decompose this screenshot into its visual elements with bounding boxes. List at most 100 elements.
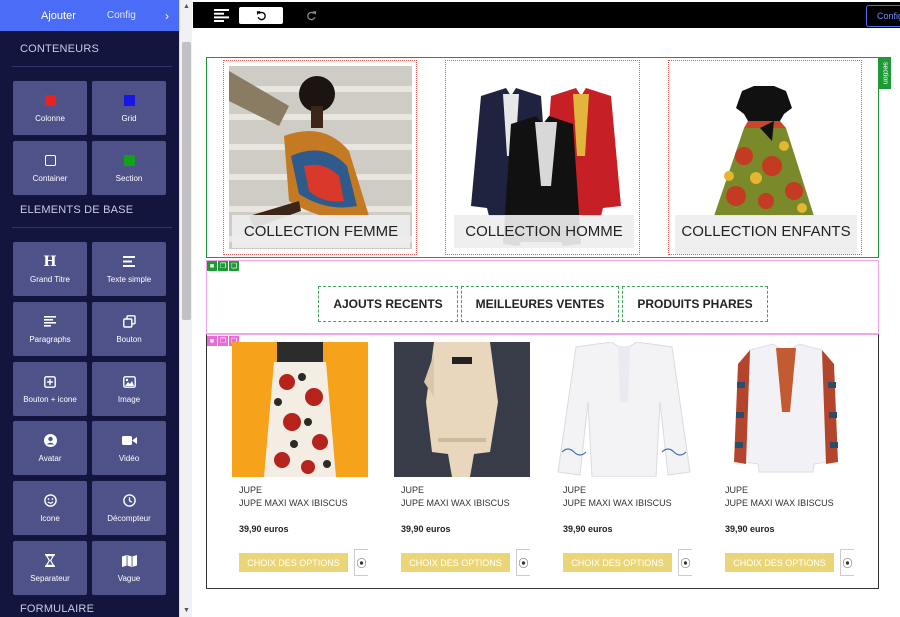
duplicate-icon[interactable]: ❐: [218, 336, 228, 346]
product-image[interactable]: [394, 342, 530, 477]
tile-avatar[interactable]: Avatar: [13, 421, 87, 475]
product-image[interactable]: [232, 342, 368, 477]
tile-label: Icone: [40, 513, 60, 523]
tile-label: Bouton: [116, 334, 142, 344]
product-price: 39,90 euros: [725, 524, 775, 534]
tile-label: Colonne: [35, 113, 65, 123]
product-category: JUPE: [725, 485, 749, 495]
tile-icone[interactable]: Icone: [13, 481, 87, 535]
user-circle-icon: [43, 434, 57, 447]
collection-title: COLLECTION ENFANTS: [675, 215, 857, 254]
product-name[interactable]: JUPE MAXI WAX IBISCUS: [239, 498, 348, 508]
product-price: 39,90 euros: [563, 524, 613, 534]
tile-vague[interactable]: Vague: [92, 541, 166, 595]
sidebar: Ajouter Config › CONTENEURS Colonne Grid…: [0, 0, 179, 617]
paragraph-icon: [44, 316, 56, 327]
divider: [12, 227, 172, 228]
tab-produits-phares[interactable]: PRODUITS PHARES: [622, 286, 768, 322]
tile-image[interactable]: Image: [92, 362, 166, 416]
text-lines-icon: [123, 256, 135, 267]
tile-label: Vidéo: [118, 453, 140, 463]
smiley-icon: [43, 494, 57, 507]
choose-options-button[interactable]: CHOIX DES OPTIONS: [725, 553, 834, 572]
product-name[interactable]: JUPE MAXI WAX IBISCUS: [401, 498, 510, 508]
choose-options-button[interactable]: CHOIX DES OPTIONS: [563, 553, 672, 572]
collection-card-enfants[interactable]: COLLECTION ENFANTS: [668, 60, 862, 255]
tile-label: Separateur: [30, 573, 70, 583]
redo-button[interactable]: [304, 8, 318, 22]
cart-icon[interactable]: ⦿: [840, 549, 854, 576]
product-price: 39,90 euros: [401, 524, 451, 534]
redo-icon: [306, 10, 316, 20]
copy-icon: [122, 315, 136, 328]
collection-card-femme[interactable]: COLLECTION FEMME: [223, 60, 417, 255]
clock-icon: [122, 494, 136, 507]
sidebar-scrollbar[interactable]: ▲ ▼: [179, 0, 192, 617]
config-button[interactable]: Config: [866, 5, 900, 27]
cart-icon[interactable]: ⦿: [354, 549, 368, 576]
editor-toolbar: Config: [193, 2, 900, 28]
chevron-right-icon[interactable]: ›: [165, 9, 169, 23]
tile-label: Avatar: [38, 453, 62, 463]
tile-label: Image: [117, 394, 141, 404]
scrollbar-thumb[interactable]: [182, 42, 191, 320]
tile-grid[interactable]: Grid: [92, 81, 166, 135]
tile-texte-simple[interactable]: Texte simple: [92, 242, 166, 296]
product-name[interactable]: JUPE MAXI WAX IBISCUS: [725, 498, 834, 508]
video-camera-icon: [121, 436, 137, 445]
section-heading-formulaire: FORMULAIRE: [20, 603, 95, 615]
tile-label: Bouton + icone: [23, 394, 77, 404]
square-outline-icon: [44, 155, 56, 166]
tile-label: Paragraphs: [29, 334, 71, 344]
plus-box-icon: [44, 375, 56, 388]
tile-container[interactable]: Container: [13, 141, 87, 195]
section-heading-elements: ELEMENTS DE BASE: [20, 204, 134, 216]
cart-icon[interactable]: ⦿: [678, 549, 692, 576]
tile-section[interactable]: Section: [92, 141, 166, 195]
tile-label: Décompteur: [107, 513, 151, 523]
product-name[interactable]: JUPE MAXI WAX IBISCUS: [563, 498, 672, 508]
tile-paragraphs[interactable]: Paragraphs: [13, 302, 87, 356]
product-image[interactable]: [718, 342, 854, 477]
tile-grand-titre[interactable]: H Grand Titre: [13, 242, 87, 296]
align-menu-icon[interactable]: [213, 8, 229, 22]
scroll-down-icon[interactable]: ▼: [183, 607, 190, 614]
tile-label: Grid: [121, 113, 137, 123]
tab-config[interactable]: Config: [107, 10, 136, 21]
undo-button[interactable]: [239, 7, 283, 24]
product-category: JUPE: [239, 485, 263, 495]
product-price: 39,90 euros: [239, 524, 289, 534]
tile-bouton[interactable]: Bouton: [92, 302, 166, 356]
divider: [12, 66, 172, 67]
collection-card-homme[interactable]: COLLECTION HOMME: [445, 60, 640, 255]
sidebar-tabs: Ajouter Config ›: [0, 0, 179, 31]
choose-options-button[interactable]: CHOIX DES OPTIONS: [239, 553, 348, 572]
section-heading-conteneurs: CONTENEURS: [20, 43, 100, 55]
tile-label: Section: [115, 173, 143, 183]
tile-bouton-icone[interactable]: Bouton + icone: [13, 362, 87, 416]
heading-icon: H: [43, 253, 57, 270]
tile-separateur[interactable]: Separateur: [13, 541, 87, 595]
hourglass-icon: [45, 554, 55, 567]
choose-options-button[interactable]: CHOIX DES OPTIONS: [401, 553, 510, 572]
scroll-up-icon[interactable]: ▲: [183, 3, 190, 10]
section-tag[interactable]: section: [879, 57, 891, 89]
tile-decompteur[interactable]: Décompteur: [92, 481, 166, 535]
product-image[interactable]: [556, 342, 692, 477]
product-category: JUPE: [401, 485, 425, 495]
tile-video[interactable]: Vidéo: [92, 421, 166, 475]
collection-title: COLLECTION HOMME: [454, 215, 634, 248]
tab-ajouts-recents[interactable]: AJOUTS RECENTS: [318, 286, 458, 322]
tile-label: Vague: [117, 573, 141, 583]
tile-label: Texte simple: [106, 274, 152, 284]
trash-icon[interactable]: ■: [207, 336, 217, 346]
tile-colonne[interactable]: Colonne: [13, 81, 87, 135]
tab-ajouter[interactable]: Ajouter: [41, 10, 76, 22]
tile-label: Container: [32, 173, 68, 183]
green-square-icon: [123, 155, 135, 166]
cart-icon[interactable]: ⦿: [516, 549, 530, 576]
product-category: JUPE: [563, 485, 587, 495]
collection-title: COLLECTION FEMME: [232, 215, 410, 248]
blue-square-icon: [123, 95, 135, 106]
tab-meilleures-ventes[interactable]: MEILLEURES VENTES: [461, 286, 619, 322]
